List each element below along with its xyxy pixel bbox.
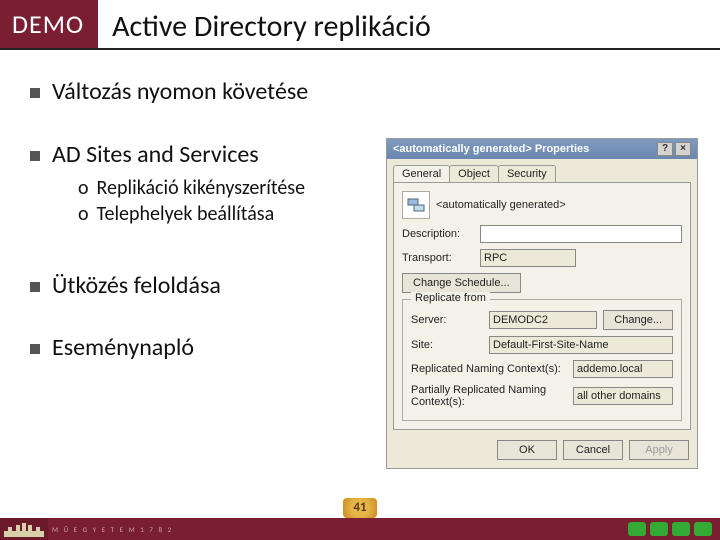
university-logo-icon	[0, 518, 48, 540]
dialog-title-text: <automatically generated> Properties	[393, 143, 589, 155]
bullet-1: Változás nyomon követése	[30, 78, 720, 107]
transport-value[interactable]: RPC	[480, 249, 576, 267]
tab-general[interactable]: General	[393, 165, 450, 182]
tab-security[interactable]: Security	[498, 165, 556, 182]
close-button[interactable]: ×	[675, 142, 691, 156]
transport-label: Transport:	[402, 252, 474, 264]
apply-button[interactable]: Apply	[629, 440, 689, 460]
slide-header: DEMO Active Directory replikáció	[0, 0, 720, 50]
slide-footer: M Ű E G Y E T E M 1 7 8 2	[0, 518, 720, 540]
sub-bullet-2-1-text: Replikáció kikényszerítése	[97, 176, 306, 200]
rnc-label: Replicated Naming Context(s):	[411, 363, 567, 375]
replicate-from-label: Replicate from	[411, 292, 490, 304]
help-button[interactable]: ?	[657, 142, 673, 156]
bullet-square-icon	[30, 88, 40, 98]
sub-bullet-2-2: o Telephelyek beállítása	[52, 202, 305, 226]
sub-bullet-2-1: o Replikáció kikényszerítése	[52, 176, 305, 200]
footer-badge-icon	[628, 522, 646, 536]
dialog-titlebar[interactable]: <automatically generated> Properties ? ×	[387, 139, 697, 159]
change-schedule-button[interactable]: Change Schedule...	[402, 273, 521, 293]
prnc-label: Partially Replicated Naming Context(s):	[411, 384, 567, 408]
bullet-square-icon	[30, 151, 40, 161]
sub-bullet-2-2-text: Telephelyek beállítása	[97, 202, 275, 226]
sub-bullet-marker: o	[78, 202, 89, 226]
demo-badge: DEMO	[0, 0, 98, 48]
dialog-button-row: OK Cancel Apply	[387, 434, 697, 468]
site-label: Site:	[411, 339, 483, 351]
description-label: Description:	[402, 228, 474, 240]
page-number: 41	[343, 498, 377, 518]
bullet-square-icon	[30, 344, 40, 354]
replicate-from-group: Replicate from Server: DEMODC2 Change...…	[402, 299, 682, 421]
connection-icon	[402, 191, 430, 219]
slide-title: Active Directory replikáció	[98, 0, 431, 48]
bullet-2-text: AD Sites and Services	[52, 141, 305, 170]
bullet-1-text: Változás nyomon követése	[52, 78, 308, 107]
cancel-button[interactable]: Cancel	[563, 440, 623, 460]
dialog-heading: <automatically generated>	[436, 199, 566, 211]
tab-object[interactable]: Object	[449, 165, 499, 182]
server-value: DEMODC2	[489, 311, 597, 329]
bullet-4-text: Eseménynapló	[52, 334, 194, 363]
properties-dialog: <automatically generated> Properties ? ×…	[386, 138, 698, 469]
footer-badge-icon	[694, 522, 712, 536]
footer-badge-icon	[672, 522, 690, 536]
dialog-tabs: General Object Security	[387, 159, 697, 182]
server-label: Server:	[411, 314, 483, 326]
footer-badge-icon	[650, 522, 668, 536]
bullet-3-text: Ütközés feloldása	[52, 272, 221, 301]
bullet-square-icon	[30, 282, 40, 292]
site-value: Default-First-Site-Name	[489, 336, 673, 354]
tab-general-pane: <automatically generated> Description: T…	[393, 182, 691, 430]
rnc-value: addemo.local	[573, 360, 673, 378]
sub-bullet-marker: o	[78, 176, 89, 200]
change-server-button[interactable]: Change...	[603, 310, 673, 330]
description-input[interactable]	[480, 225, 682, 243]
ok-button[interactable]: OK	[497, 440, 557, 460]
footer-icons	[628, 522, 720, 536]
prnc-value: all other domains	[573, 387, 673, 405]
footer-text: M Ű E G Y E T E M 1 7 8 2	[48, 525, 628, 534]
